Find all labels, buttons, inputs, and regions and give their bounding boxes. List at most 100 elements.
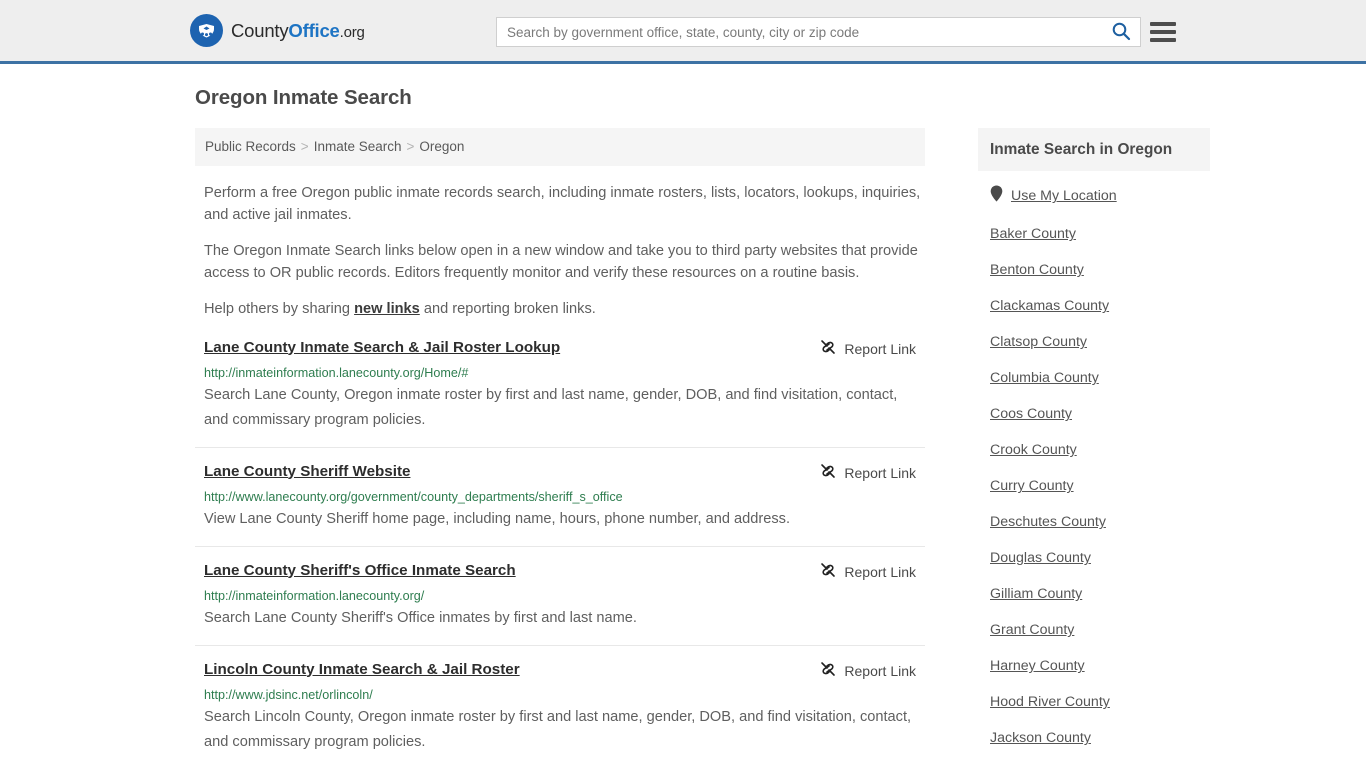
search-icon [1111, 21, 1131, 44]
result-item: Lincoln County Inmate Search & Jail Rost… [195, 660, 925, 768]
breadcrumb-item-oregon: Oregon [419, 139, 465, 154]
result-url[interactable]: http://www.jdsinc.net/orlincoln/ [204, 687, 916, 703]
county-link[interactable]: Grant County [990, 622, 1074, 638]
county-link[interactable]: Jackson County [990, 730, 1091, 746]
county-link[interactable]: Baker County [990, 226, 1076, 242]
result-item: Lane County Sheriff's Office Inmate Sear… [195, 561, 925, 646]
result-title-link[interactable]: Lane County Sheriff Website [204, 462, 410, 482]
broken-link-icon [820, 463, 836, 484]
sidebar-item-use-my-location[interactable]: Use My Location [990, 185, 1210, 207]
county-link[interactable]: Clatsop County [990, 334, 1087, 350]
search-input[interactable] [497, 18, 1102, 46]
sidebar-item-county[interactable]: Clatsop County [990, 333, 1210, 351]
sidebar-heading: Inmate Search in Oregon [978, 128, 1210, 172]
county-link[interactable]: Gilliam County [990, 586, 1082, 602]
county-link[interactable]: Benton County [990, 262, 1084, 278]
result-url[interactable]: http://inmateinformation.lanecounty.org/ [204, 588, 916, 604]
site-logo-text: CountyOffice.org [231, 20, 365, 42]
breadcrumb-item-inmate-search[interactable]: Inmate Search [314, 139, 402, 154]
sidebar-item-county[interactable]: Harney County [990, 657, 1210, 675]
breadcrumb: Public Records > Inmate Search > Oregon [195, 128, 925, 166]
result-title-link[interactable]: Lane County Sheriff's Office Inmate Sear… [204, 561, 516, 581]
county-link[interactable]: Douglas County [990, 550, 1091, 566]
result-description: View Lane County Sheriff home page, incl… [204, 510, 791, 527]
sidebar-item-county[interactable]: Crook County [990, 441, 1210, 459]
report-link-label: Report Link [844, 663, 916, 679]
county-link[interactable]: Coos County [990, 406, 1072, 422]
intro-paragraph-2: The Oregon Inmate Search links below ope… [204, 242, 918, 281]
content-columns: Public Records > Inmate Search > Oregon Perf… [195, 128, 1210, 768]
result-item: Lane County Inmate Search & Jail Roster … [195, 338, 925, 448]
sidebar-item-county[interactable]: Deschutes County [990, 513, 1210, 531]
results-list: Lane County Inmate Search & Jail Roster … [195, 338, 925, 768]
report-link-label: Report Link [844, 465, 916, 481]
county-link[interactable]: Columbia County [990, 370, 1099, 386]
result-header: Lincoln County Inmate Search & Jail Rost… [204, 660, 916, 682]
broken-link-icon [820, 661, 836, 682]
sidebar-item-county[interactable]: Benton County [990, 261, 1210, 279]
sidebar-item-county[interactable]: Curry County [990, 477, 1210, 495]
breadcrumb-separator-1: > [300, 139, 309, 154]
county-link[interactable]: Crook County [990, 442, 1077, 458]
sidebar-item-county[interactable]: Jackson County [990, 729, 1210, 747]
result-header: Lane County Sheriff's Office Inmate Sear… [204, 561, 916, 583]
main-column: Public Records > Inmate Search > Oregon Perf… [195, 128, 925, 768]
search-button[interactable] [1102, 18, 1140, 46]
report-link-button[interactable]: Report Link [820, 339, 916, 360]
report-link-label: Report Link [844, 564, 916, 580]
broken-link-icon [820, 339, 836, 360]
intro-p3-before: Help others by sharing [204, 300, 355, 317]
map-pin-icon [990, 185, 1003, 207]
brand-part-office: Office [288, 19, 340, 41]
intro-text: Perform a free Oregon public inmate reco… [195, 182, 925, 320]
report-link-button[interactable]: Report Link [820, 562, 916, 583]
county-link[interactable]: Curry County [990, 478, 1074, 494]
report-link-button[interactable]: Report Link [820, 661, 916, 682]
result-title-link[interactable]: Lincoln County Inmate Search & Jail Rost… [204, 660, 520, 680]
result-item: Lane County Sheriff Website Report Link [195, 462, 925, 547]
sidebar-item-county[interactable]: Columbia County [990, 369, 1210, 387]
intro-paragraph-3: Help others by sharing new links and rep… [195, 298, 925, 320]
brand-part-tld: .org [339, 23, 365, 41]
county-link[interactable]: Harney County [990, 658, 1085, 674]
result-header: Lane County Inmate Search & Jail Roster … [204, 338, 916, 360]
county-link[interactable]: Hood River County [990, 694, 1110, 710]
result-title-link[interactable]: Lane County Inmate Search & Jail Roster … [204, 338, 560, 358]
search-bar [496, 17, 1141, 47]
intro-p3-after: and reporting broken links. [419, 300, 596, 317]
menu-bar-1 [1150, 22, 1176, 26]
result-description: Search Lane County, Oregon inmate roster… [204, 386, 898, 428]
new-links-link[interactable]: new links [354, 301, 420, 317]
brand-part-county: County [231, 19, 289, 41]
sidebar-item-county[interactable]: Hood River County [990, 693, 1210, 711]
sidebar-item-county[interactable]: Douglas County [990, 549, 1210, 567]
sidebar-item-county[interactable]: Baker County [990, 225, 1210, 243]
result-description: Search Lincoln County, Oregon inmate ros… [204, 708, 912, 750]
eagle-shield-logo-icon [190, 14, 223, 47]
menu-bar-3 [1150, 38, 1176, 42]
page-title: Oregon Inmate Search [195, 86, 412, 109]
sidebar-item-county[interactable]: Clackamas County [990, 297, 1210, 315]
sidebar: Inmate Search in Oregon Use My Location … [978, 128, 1210, 768]
breadcrumb-item-public-records[interactable]: Public Records [205, 139, 296, 154]
sidebar-item-county[interactable]: Coos County [990, 405, 1210, 423]
menu-bar-2 [1150, 30, 1176, 34]
result-header: Lane County Sheriff Website Report Link [204, 462, 916, 484]
hamburger-menu-icon[interactable] [1150, 19, 1176, 45]
report-link-button[interactable]: Report Link [820, 463, 916, 484]
site-logo[interactable]: CountyOffice.org [190, 14, 365, 47]
sidebar-item-county[interactable]: Grant County [990, 621, 1210, 639]
result-url[interactable]: http://inmateinformation.lanecounty.org/… [204, 365, 916, 381]
site-header: CountyOffice.org [0, 0, 1366, 64]
result-url[interactable]: http://www.lanecounty.org/government/cou… [204, 489, 916, 505]
report-link-label: Report Link [844, 341, 916, 357]
intro-paragraph-1: Perform a free Oregon public inmate reco… [204, 184, 921, 223]
breadcrumb-separator-2: > [406, 139, 415, 154]
county-link[interactable]: Deschutes County [990, 514, 1106, 530]
sidebar-item-county[interactable]: Gilliam County [990, 585, 1210, 603]
use-my-location-link[interactable]: Use My Location [1011, 187, 1117, 205]
county-link[interactable]: Clackamas County [990, 298, 1109, 314]
result-description: Search Lane County Sheriff's Office inma… [204, 609, 637, 626]
broken-link-icon [820, 562, 836, 583]
page-body: Oregon Inmate Search Public Records > Inma… [0, 64, 1366, 768]
